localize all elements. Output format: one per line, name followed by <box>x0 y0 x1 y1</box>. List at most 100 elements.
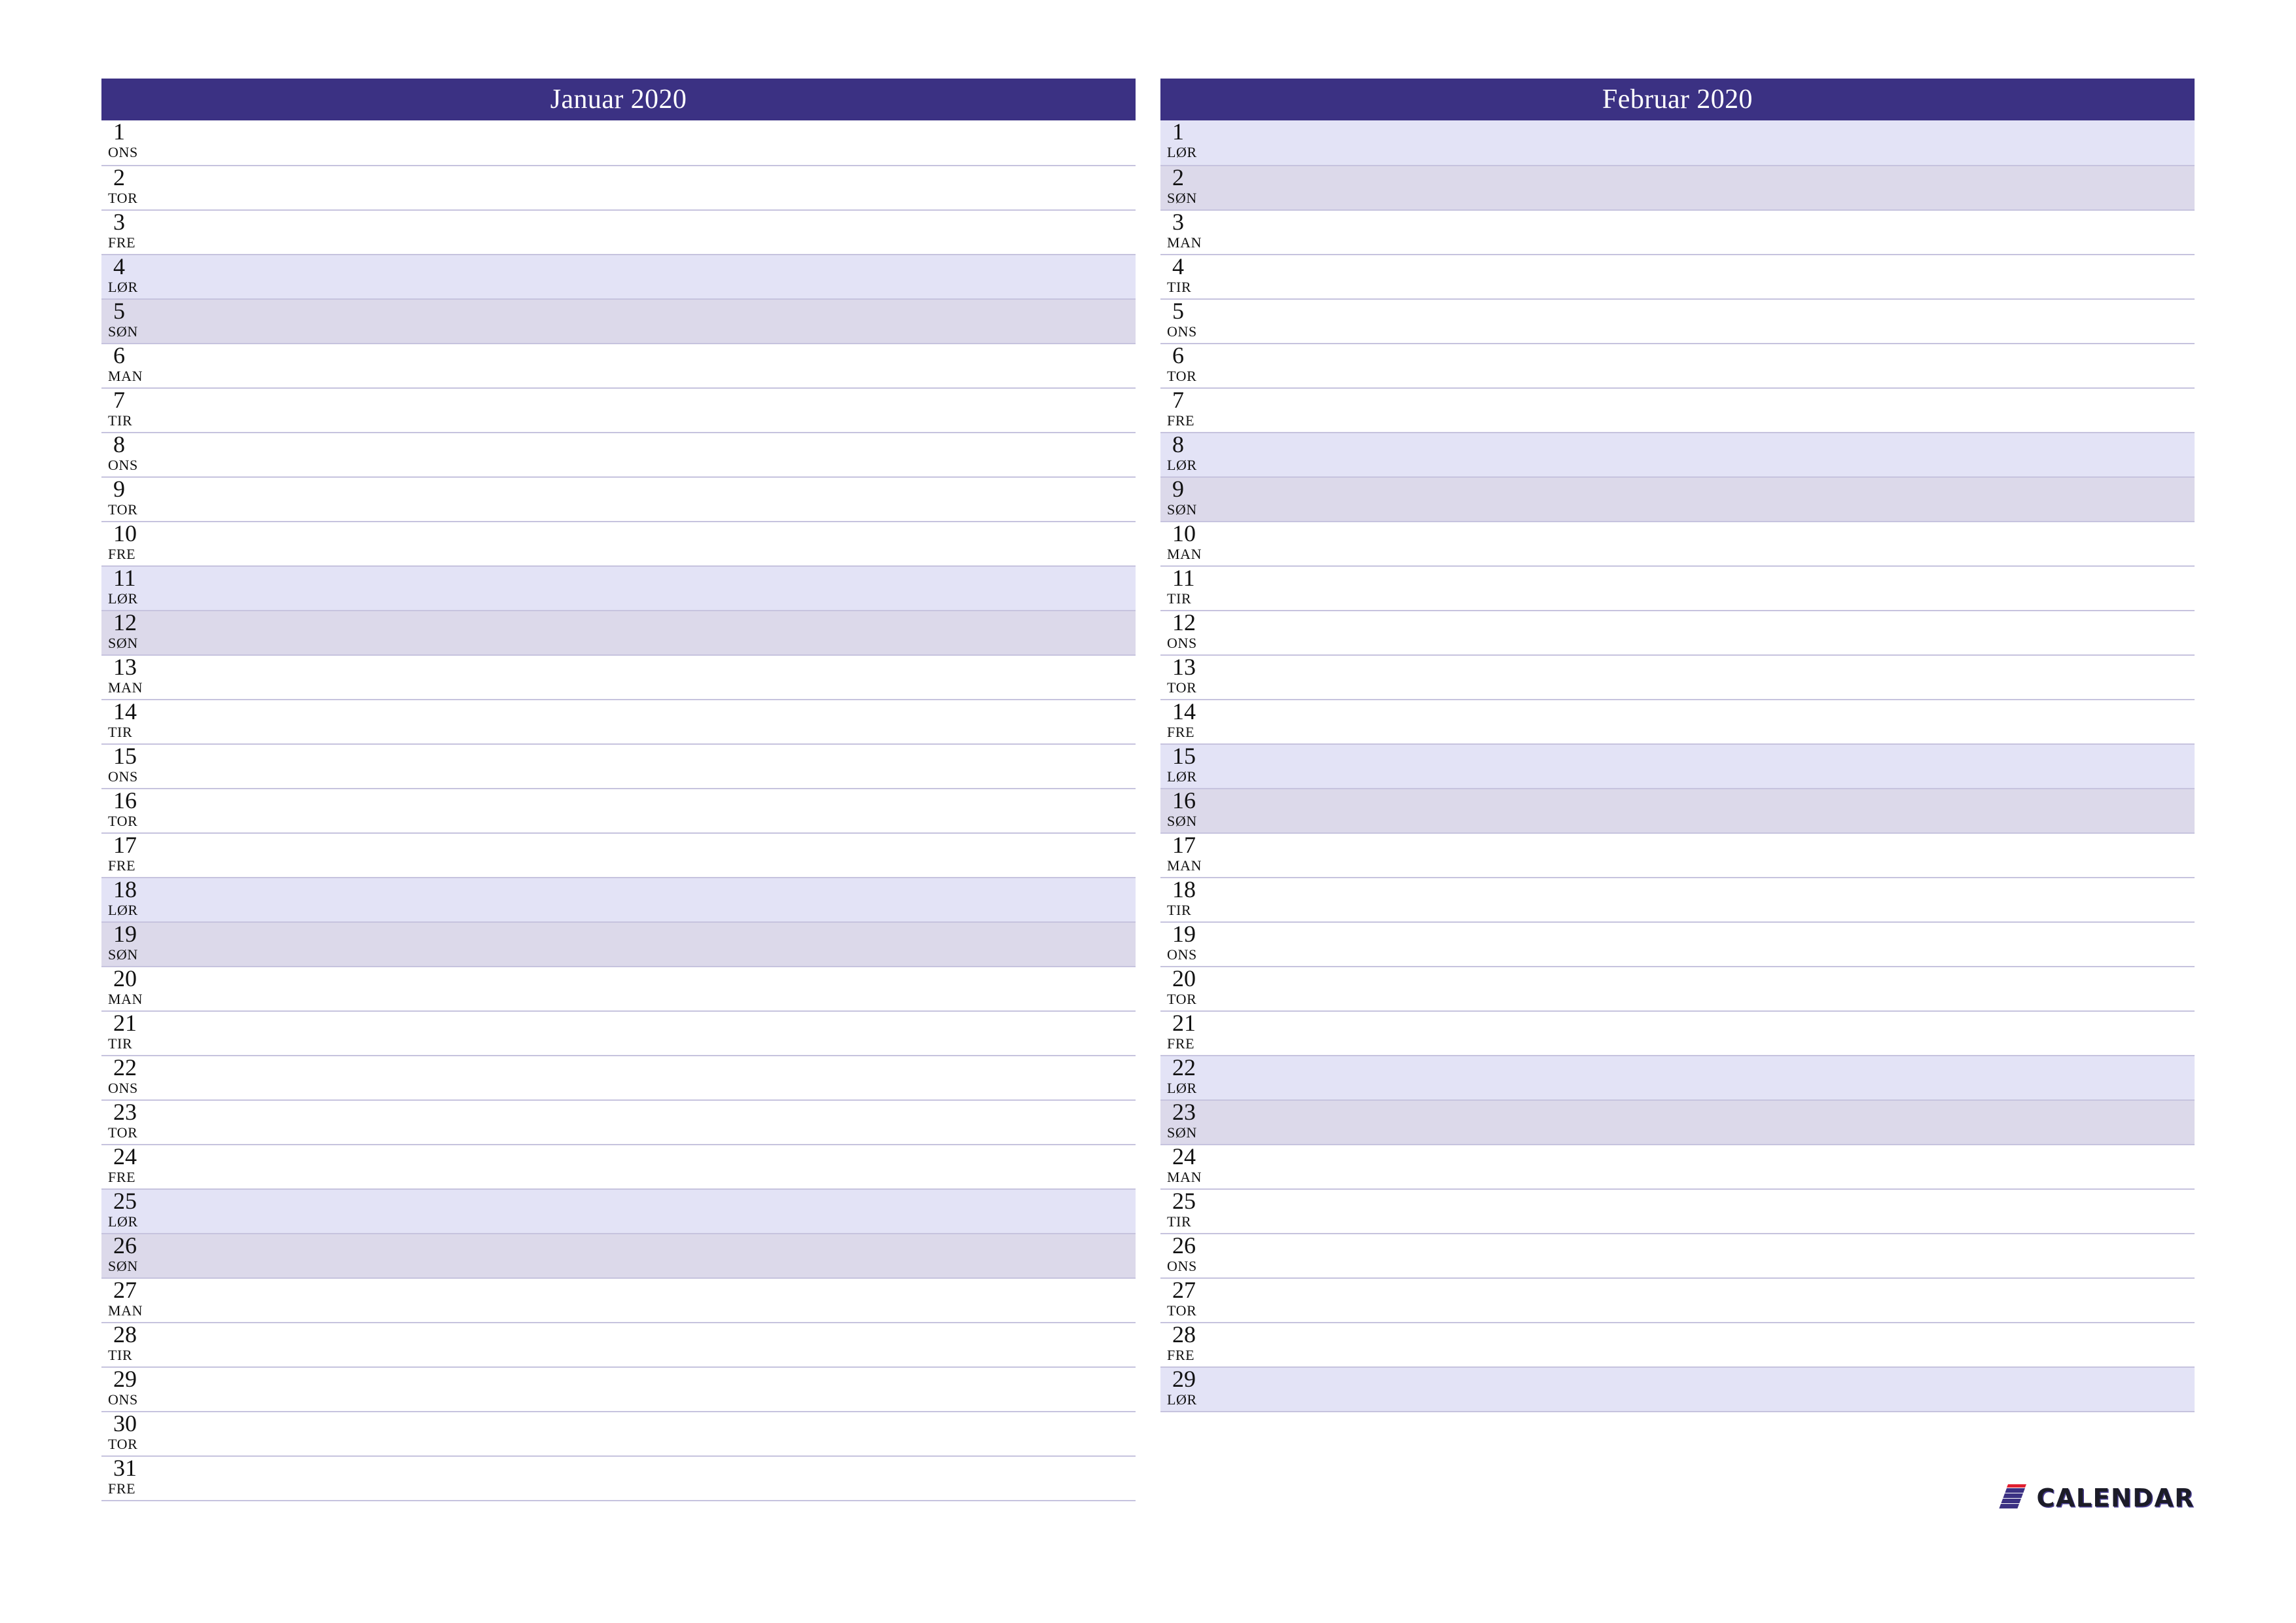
day-row[interactable]: 7 FRE <box>1160 387 2195 432</box>
day-note-area[interactable] <box>200 967 1136 1010</box>
day-row[interactable]: 25 TIR <box>1160 1188 2195 1233</box>
day-row[interactable]: 25 LØR <box>101 1188 1136 1233</box>
day-note-area[interactable] <box>1259 1190 2195 1233</box>
day-note-area[interactable] <box>200 1234 1136 1277</box>
day-note-area[interactable] <box>200 522 1136 565</box>
day-note-area[interactable] <box>200 1056 1136 1099</box>
day-note-area[interactable] <box>200 1457 1136 1500</box>
day-note-area[interactable] <box>1259 211 2195 254</box>
day-row[interactable]: 28 TIR <box>101 1322 1136 1366</box>
day-note-area[interactable] <box>1259 433 2195 476</box>
day-row[interactable]: 5 ONS <box>1160 298 2195 343</box>
day-note-area[interactable] <box>200 1190 1136 1233</box>
day-row[interactable]: 3 FRE <box>101 209 1136 254</box>
day-row[interactable]: 2 SØN <box>1160 165 2195 209</box>
day-note-area[interactable] <box>200 166 1136 209</box>
day-row[interactable]: 14 TIR <box>101 699 1136 743</box>
day-row[interactable]: 12 SØN <box>101 610 1136 654</box>
day-note-area[interactable] <box>200 1145 1136 1188</box>
day-note-area[interactable] <box>200 478 1136 521</box>
day-row[interactable]: 28 FRE <box>1160 1322 2195 1366</box>
day-row[interactable]: 16 TOR <box>101 788 1136 832</box>
day-note-area[interactable] <box>200 300 1136 343</box>
day-row[interactable]: 22 LØR <box>1160 1055 2195 1099</box>
day-row[interactable]: 1 ONS <box>101 120 1136 165</box>
day-row[interactable]: 4 TIR <box>1160 254 2195 298</box>
day-note-area[interactable] <box>1259 1012 2195 1055</box>
day-note-area[interactable] <box>1259 166 2195 209</box>
day-row[interactable]: 8 LØR <box>1160 432 2195 476</box>
day-note-area[interactable] <box>1259 300 2195 343</box>
day-note-area[interactable] <box>1259 522 2195 565</box>
day-row[interactable]: 26 ONS <box>1160 1233 2195 1277</box>
day-row[interactable]: 2 TOR <box>101 165 1136 209</box>
day-row[interactable]: 15 ONS <box>101 743 1136 788</box>
day-note-area[interactable] <box>200 745 1136 788</box>
day-note-area[interactable] <box>200 700 1136 743</box>
day-note-area[interactable] <box>200 1412 1136 1455</box>
day-row[interactable]: 19 ONS <box>1160 921 2195 966</box>
day-note-area[interactable] <box>200 611 1136 654</box>
day-row[interactable]: 21 TIR <box>101 1010 1136 1055</box>
day-row[interactable]: 6 MAN <box>101 343 1136 387</box>
day-note-area[interactable] <box>200 567 1136 610</box>
day-note-area[interactable] <box>1259 834 2195 877</box>
day-note-area[interactable] <box>1259 567 2195 610</box>
day-note-area[interactable] <box>1259 878 2195 921</box>
day-row[interactable]: 21 FRE <box>1160 1010 2195 1055</box>
day-note-area[interactable] <box>200 834 1136 877</box>
day-note-area[interactable] <box>1259 923 2195 966</box>
day-note-area[interactable] <box>200 878 1136 921</box>
day-note-area[interactable] <box>1259 700 2195 743</box>
day-row[interactable]: 4 LØR <box>101 254 1136 298</box>
day-row[interactable]: 3 MAN <box>1160 209 2195 254</box>
day-row[interactable]: 31 FRE <box>101 1455 1136 1500</box>
day-note-area[interactable] <box>1259 1279 2195 1322</box>
day-note-area[interactable] <box>200 1012 1136 1055</box>
day-row[interactable]: 1 LØR <box>1160 120 2195 165</box>
day-note-area[interactable] <box>200 433 1136 476</box>
day-row[interactable]: 11 LØR <box>101 565 1136 610</box>
day-row[interactable]: 23 SØN <box>1160 1099 2195 1144</box>
day-row[interactable]: 27 TOR <box>1160 1277 2195 1322</box>
day-row[interactable]: 11 TIR <box>1160 565 2195 610</box>
day-row[interactable]: 27 MAN <box>101 1277 1136 1322</box>
day-row[interactable]: 12 ONS <box>1160 610 2195 654</box>
day-row[interactable]: 26 SØN <box>101 1233 1136 1277</box>
day-row[interactable]: 9 TOR <box>101 476 1136 521</box>
day-row[interactable]: 9 SØN <box>1160 476 2195 521</box>
day-row[interactable]: 13 MAN <box>101 654 1136 699</box>
day-note-area[interactable] <box>1259 478 2195 521</box>
day-note-area[interactable] <box>200 120 1136 165</box>
day-note-area[interactable] <box>1259 255 2195 298</box>
day-row[interactable]: 5 SØN <box>101 298 1136 343</box>
day-row[interactable]: 17 MAN <box>1160 832 2195 877</box>
day-note-area[interactable] <box>1259 789 2195 832</box>
day-note-area[interactable] <box>1259 1323 2195 1366</box>
day-row[interactable]: 8 ONS <box>101 432 1136 476</box>
day-note-area[interactable] <box>200 344 1136 387</box>
day-note-area[interactable] <box>1259 1368 2195 1411</box>
day-row[interactable]: 23 TOR <box>101 1099 1136 1144</box>
day-note-area[interactable] <box>200 656 1136 699</box>
day-row[interactable]: 24 FRE <box>101 1144 1136 1188</box>
day-row[interactable]: 30 TOR <box>101 1411 1136 1455</box>
day-note-area[interactable] <box>1259 656 2195 699</box>
day-row[interactable]: 20 MAN <box>101 966 1136 1010</box>
day-row[interactable]: 29 LØR <box>1160 1366 2195 1411</box>
day-row[interactable]: 20 TOR <box>1160 966 2195 1010</box>
day-note-area[interactable] <box>200 1323 1136 1366</box>
day-row[interactable]: 14 FRE <box>1160 699 2195 743</box>
day-row[interactable]: 13 TOR <box>1160 654 2195 699</box>
day-row[interactable]: 18 TIR <box>1160 877 2195 921</box>
day-note-area[interactable] <box>200 255 1136 298</box>
day-note-area[interactable] <box>1259 967 2195 1010</box>
day-row[interactable]: 7 TIR <box>101 387 1136 432</box>
day-note-area[interactable] <box>200 211 1136 254</box>
day-note-area[interactable] <box>1259 120 2195 165</box>
day-row[interactable]: 10 MAN <box>1160 521 2195 565</box>
day-note-area[interactable] <box>1259 611 2195 654</box>
day-row[interactable]: 17 FRE <box>101 832 1136 877</box>
day-note-area[interactable] <box>1259 389 2195 432</box>
day-row[interactable]: 22 ONS <box>101 1055 1136 1099</box>
